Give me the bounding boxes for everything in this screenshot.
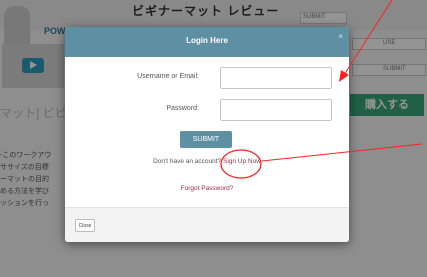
- signup-link[interactable]: Sign Up Now: [223, 158, 261, 165]
- username-input[interactable]: [220, 67, 332, 89]
- login-modal: Login Here × Username or Email: Password…: [65, 27, 349, 242]
- modal-title: Login Here: [186, 36, 228, 45]
- signup-prompt: Don't have an account? Sign Up Now: [65, 158, 349, 165]
- close-button[interactable]: Close: [75, 219, 95, 232]
- modal-header: Login Here ×: [65, 27, 349, 57]
- forgot-password-link[interactable]: Forgot Password?: [65, 185, 349, 192]
- submit-button[interactable]: SUBMIT: [180, 131, 232, 148]
- close-icon[interactable]: ×: [338, 32, 343, 41]
- no-account-text: Don't have an account?: [153, 158, 222, 165]
- password-input[interactable]: [220, 99, 332, 121]
- username-label: Username or Email:: [137, 73, 199, 80]
- modal-footer: Close: [65, 207, 349, 242]
- password-label: Password:: [166, 105, 199, 112]
